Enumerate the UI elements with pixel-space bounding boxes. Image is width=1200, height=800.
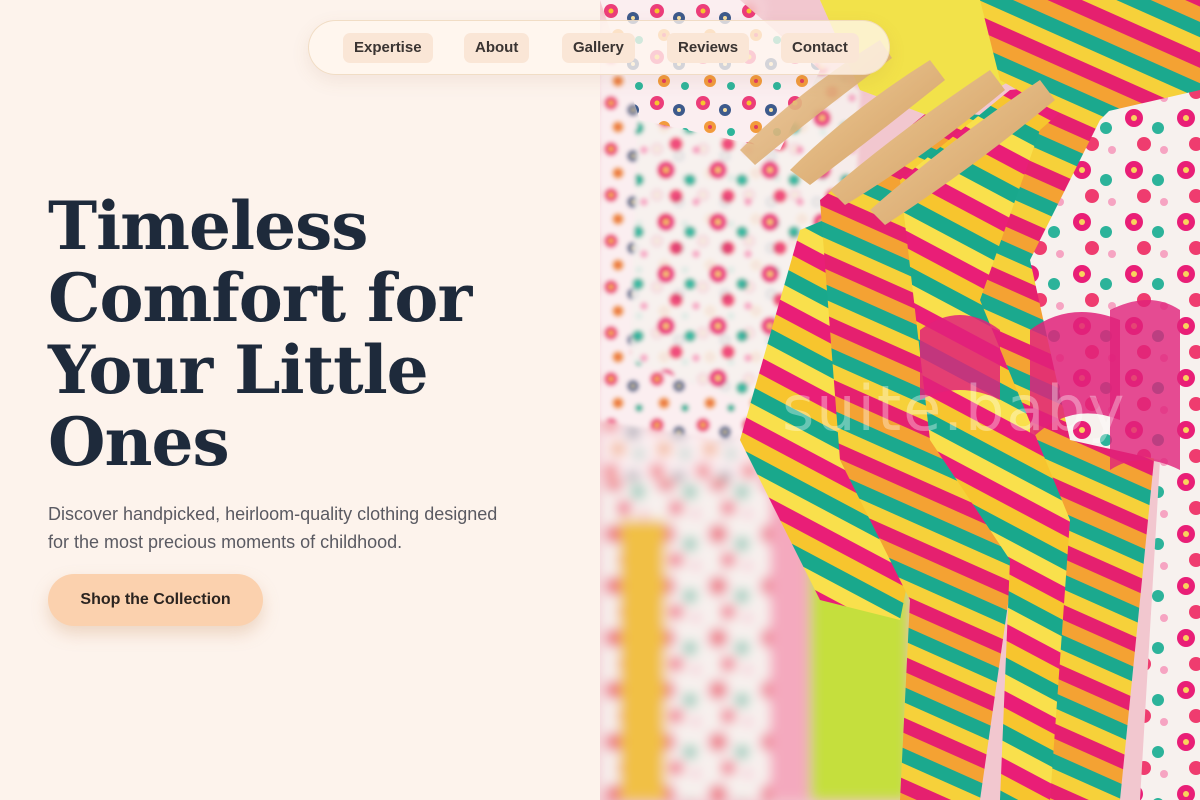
clothes-rack-image [600,0,1200,800]
hero-title-line: Ones [48,403,230,481]
nav-item-reviews[interactable]: Reviews [667,33,750,63]
nav-item-expertise[interactable]: Expertise [343,33,433,63]
hero-subtitle-line: Discover handpicked, heirloom-quality cl… [48,504,498,524]
nav-item-about[interactable]: About [464,33,530,63]
nav-item-gallery[interactable]: Gallery [562,33,635,63]
hero-subtitle: Discover handpicked, heirloom-quality cl… [48,500,568,556]
hero-image [600,0,1200,800]
nav-item-contact[interactable]: Contact [781,33,859,63]
top-navigation: Expertise About Gallery Reviews Contact [308,20,890,75]
hero-title-line: Timeless [48,187,368,265]
hero-title: Timeless Comfort for Your Little Ones [48,190,568,478]
hero-subtitle-line: for the most precious moments of childho… [48,532,403,552]
hero-title-line: Your Little [48,331,429,409]
hero-title-line: Comfort for [48,259,472,337]
shop-collection-button[interactable]: Shop the Collection [48,574,263,626]
